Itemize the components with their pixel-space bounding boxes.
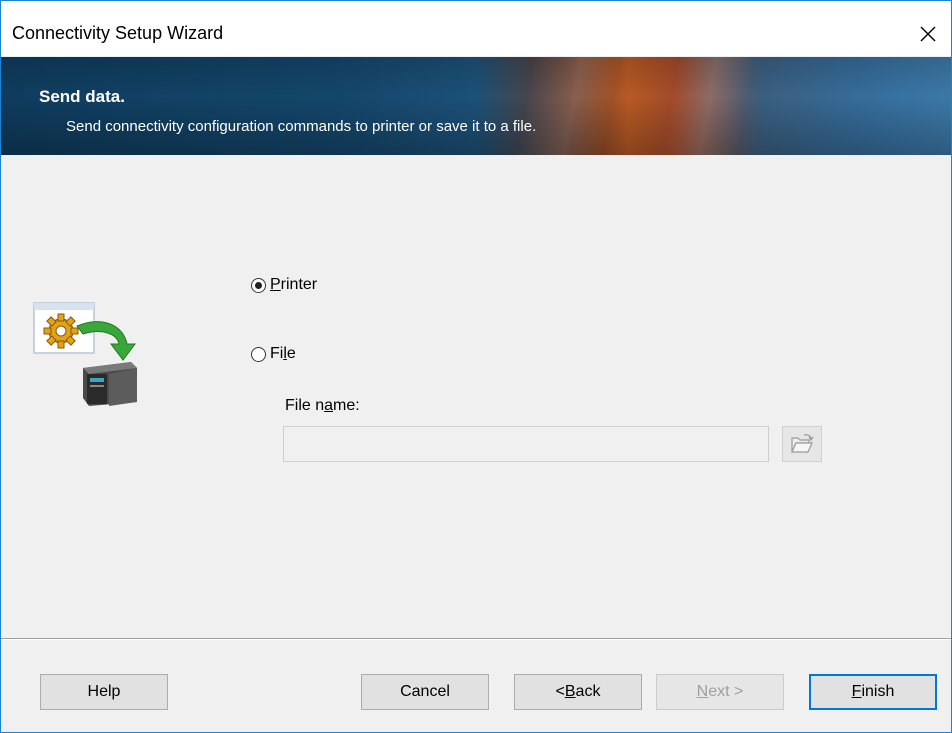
radio-file-label: File	[270, 345, 296, 362]
browse-button[interactable]	[782, 426, 822, 462]
file-name-input[interactable]	[283, 426, 769, 462]
header-banner	[1, 57, 951, 155]
send-config-to-printer-icon	[33, 302, 137, 406]
wizard-window: Connectivity Setup Wizard Send data. Sen…	[0, 0, 952, 733]
close-button[interactable]	[905, 11, 951, 56]
next-button[interactable]: Next >	[656, 674, 784, 710]
radio-selected-dot	[255, 281, 262, 289]
help-button[interactable]: Help	[40, 674, 168, 710]
title-bar[interactable]: Connectivity Setup Wizard	[1, 1, 951, 56]
back-button[interactable]: < Back	[514, 674, 642, 710]
page-title: Send data.	[39, 87, 125, 106]
cancel-button[interactable]: Cancel	[361, 674, 489, 710]
folder-open-icon	[791, 434, 814, 453]
radio-printer-indicator[interactable]	[251, 277, 266, 293]
file-name-label: File name:	[285, 397, 360, 414]
radio-printer[interactable]: Printer	[251, 276, 317, 294]
wizard-content	[1, 156, 951, 637]
footer-separator-highlight	[1, 639, 951, 640]
close-icon	[920, 26, 936, 41]
radio-printer-label: Printer	[270, 276, 318, 293]
page-subtitle: Send connectivity configuration commands…	[66, 118, 537, 135]
radio-file-indicator[interactable]	[251, 346, 266, 362]
radio-file[interactable]: File	[251, 345, 296, 363]
finish-button[interactable]: Finish	[809, 674, 937, 710]
window-title: Connectivity Setup Wizard	[12, 23, 224, 43]
